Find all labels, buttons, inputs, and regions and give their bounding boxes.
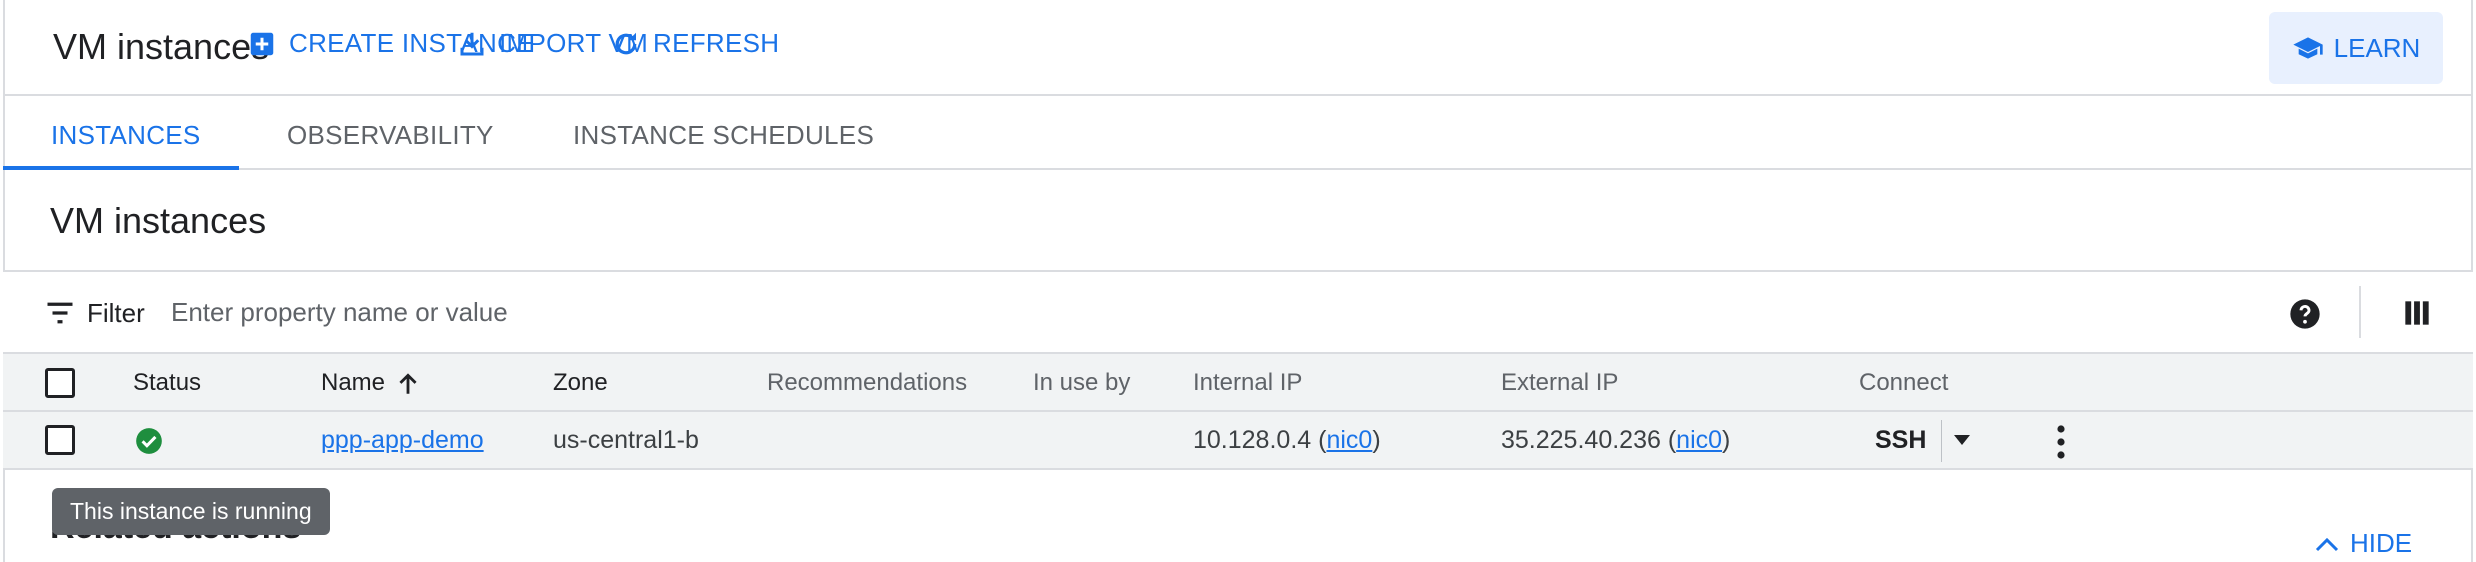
column-display-icon[interactable] [2403,299,2431,327]
column-header-name[interactable]: Name [321,369,421,397]
filter-bar: Filter [3,270,2473,354]
refresh-icon [615,32,637,54]
ssh-divider [1941,420,1942,462]
tab-instances[interactable]: INSTANCES [51,120,201,151]
help-icon[interactable] [2289,298,2321,330]
page-header: VM instances CREATE INSTANCE IMPORT VM R… [3,0,2473,96]
learn-button[interactable]: LEARN [2269,12,2443,84]
toolbar-divider [2359,286,2361,338]
external-nic-link[interactable]: nic0 [1676,426,1722,454]
status-tooltip: This instance is running [52,488,330,535]
row-checkbox[interactable] [45,425,75,455]
column-header-external-ip[interactable]: External IP [1501,369,1618,397]
column-header-name-label: Name [321,369,386,396]
page-title: VM instances [53,26,270,67]
refresh-label: REFRESH [653,28,780,58]
filter-icon[interactable] [45,300,75,326]
refresh-button[interactable]: REFRESH [611,28,779,59]
tab-bar: INSTANCES OBSERVABILITY INSTANCE SCHEDUL… [3,96,2473,170]
tab-instance-schedules[interactable]: INSTANCE SCHEDULES [573,120,874,151]
school-icon [2292,37,2323,59]
table-row: ppp-app-demo us-central1-b 10.128.0.4 (n… [3,412,2473,470]
column-header-zone[interactable]: Zone [553,369,608,397]
column-header-recommendations[interactable]: Recommendations [767,369,967,397]
chevron-up-icon [2315,537,2339,551]
ssh-dropdown-icon[interactable] [1953,434,1971,446]
external-ip-cell: 35.225.40.236 (nic0) [1501,426,1731,454]
instance-name-link[interactable]: ppp-app-demo [321,426,484,455]
learn-label: LEARN [2333,32,2421,63]
hide-button[interactable]: HIDE [2314,528,2412,559]
add-box-icon [250,32,274,55]
instance-zone: us-central1-b [553,426,699,454]
column-header-internal-ip[interactable]: Internal IP [1193,369,1302,397]
filter-input[interactable] [171,292,1271,332]
more-actions-icon[interactable] [2055,424,2067,460]
column-header-status[interactable]: Status [133,369,201,397]
ssh-button[interactable]: SSH [1875,426,1926,455]
select-all-checkbox[interactable] [45,368,75,398]
active-tab-indicator [3,166,239,170]
sort-ascending-icon[interactable] [395,371,421,397]
filter-label[interactable]: Filter [87,298,145,329]
column-header-in-use-by[interactable]: In use by [1033,369,1130,397]
column-header-connect[interactable]: Connect [1859,369,1948,397]
running-status-icon[interactable] [135,427,163,455]
internal-ip-cell: 10.128.0.4 (nic0) [1193,426,1381,454]
internal-nic-link[interactable]: nic0 [1326,426,1372,454]
internal-ip-value: 10.128.0.4 [1193,426,1312,454]
hide-label: HIDE [2350,528,2413,558]
tab-observability[interactable]: OBSERVABILITY [287,120,494,151]
table-header: Status Name Zone Recommendations In use … [3,354,2473,412]
section-title: VM instances [50,200,267,241]
download-icon [460,32,484,55]
external-ip-value: 35.225.40.236 [1501,426,1661,454]
